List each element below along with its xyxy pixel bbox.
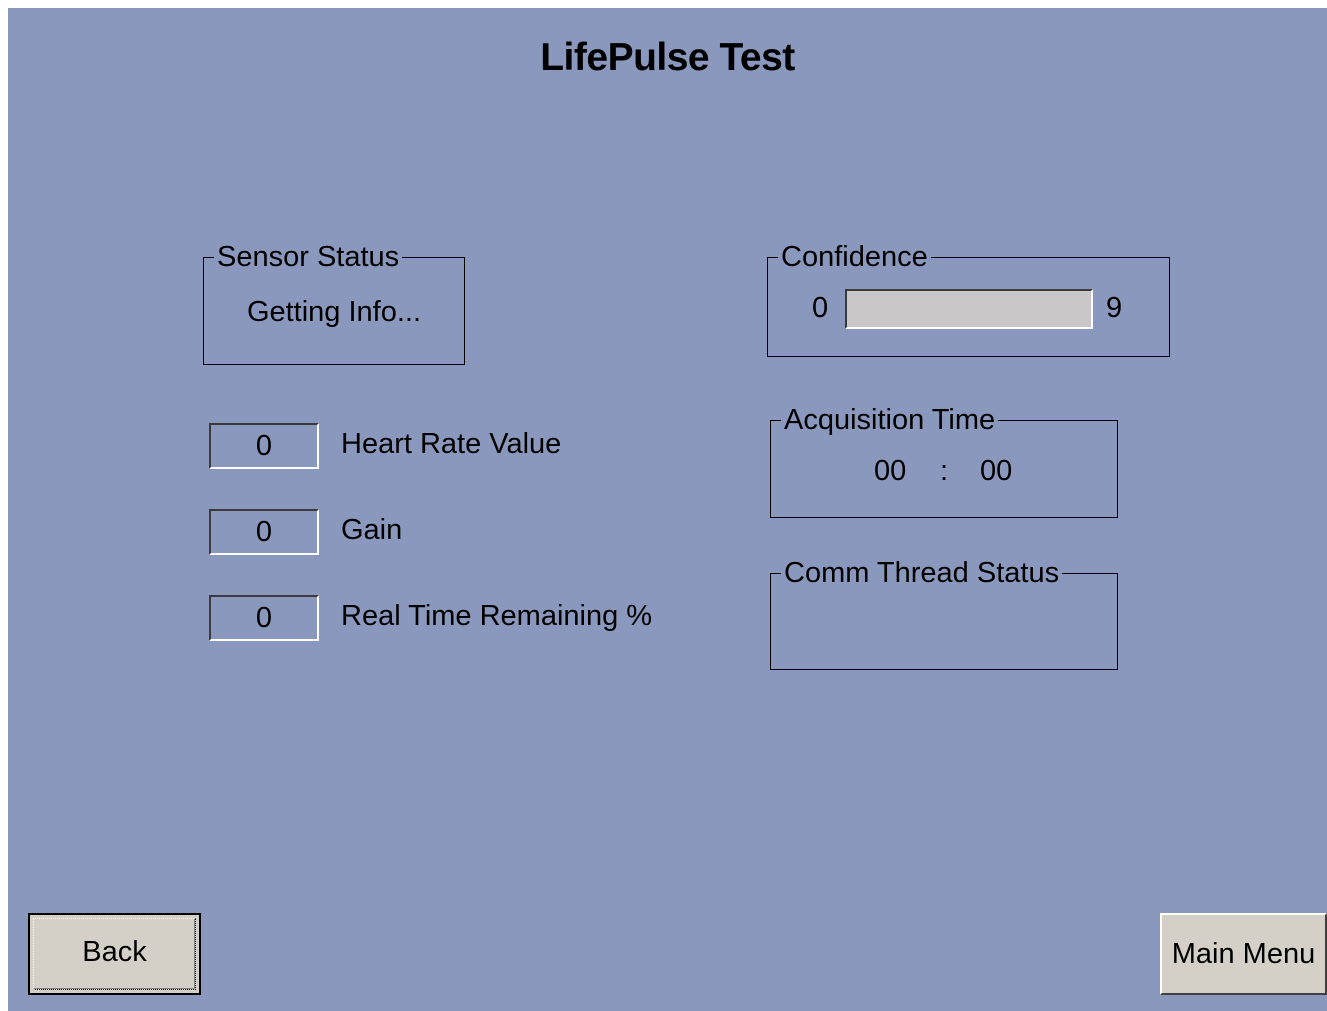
main-menu-button-label: Main Menu bbox=[1171, 938, 1316, 970]
page-title: LifePulse Test bbox=[540, 36, 795, 79]
comm-thread-status-legend: Comm Thread Status bbox=[781, 556, 1063, 590]
acquisition-time-legend: Acquisition Time bbox=[781, 403, 999, 437]
confidence-legend: Confidence bbox=[778, 240, 931, 274]
heart-rate-value: 0 bbox=[209, 423, 319, 469]
confidence-progress-bar bbox=[845, 289, 1093, 329]
heart-rate-label: Heart Rate Value bbox=[341, 428, 562, 460]
acquisition-time-group: Acquisition Time 00 : 00 bbox=[770, 403, 1118, 518]
sensor-status-value: Getting Info... bbox=[246, 296, 422, 328]
back-button[interactable]: Back bbox=[28, 913, 201, 995]
gain-label: Gain bbox=[341, 514, 403, 546]
lifepulse-test-screen: LifePulse Test Sensor Status Getting Inf… bbox=[8, 8, 1327, 1011]
sensor-status-group: Sensor Status Getting Info... bbox=[203, 240, 465, 365]
back-button-label: Back bbox=[82, 936, 147, 968]
main-menu-button[interactable]: Main Menu bbox=[1160, 913, 1327, 995]
acquisition-separator: : bbox=[940, 455, 949, 487]
real-time-remaining-label: Real Time Remaining % bbox=[341, 600, 653, 632]
confidence-max-label: 9 bbox=[1106, 292, 1123, 324]
confidence-min-label: 0 bbox=[812, 292, 829, 324]
acquisition-seconds: 00 bbox=[980, 455, 1013, 487]
gain-value: 0 bbox=[209, 509, 319, 555]
sensor-status-legend: Sensor Status bbox=[214, 240, 403, 274]
acquisition-minutes: 00 bbox=[874, 455, 907, 487]
real-time-remaining-value: 0 bbox=[209, 595, 319, 641]
confidence-group: Confidence 0 9 bbox=[767, 240, 1170, 357]
comm-thread-status-group: Comm Thread Status bbox=[770, 556, 1118, 670]
